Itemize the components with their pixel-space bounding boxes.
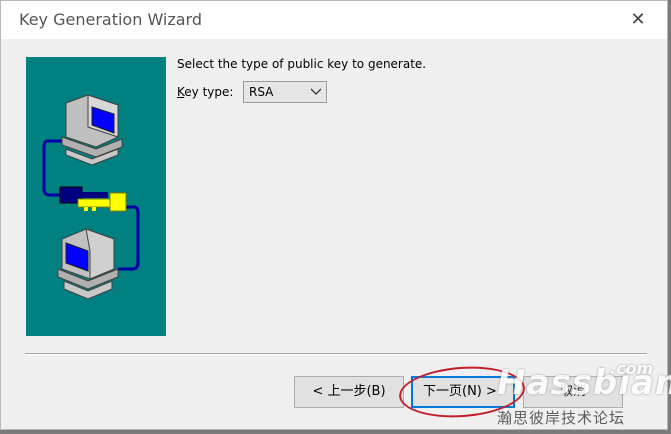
wizard-window: Key Generation Wizard ✕ Select the type … — [0, 0, 671, 430]
instruction-text: Select the type of public key to generat… — [177, 57, 427, 71]
watermark-subtitle: 瀚思彼岸技术论坛 — [497, 409, 626, 427]
key-icon — [59, 186, 127, 212]
watermark-tld: .com — [610, 359, 654, 378]
cable-bottom — [118, 205, 140, 271]
wizard-illustration — [26, 57, 166, 336]
key-type-label: Key type: — [177, 85, 233, 99]
chevron-down-icon — [310, 88, 322, 95]
separator — [25, 353, 647, 355]
back-button[interactable]: < 上一步(B) — [294, 376, 404, 408]
key-type-select[interactable]: RSA — [243, 81, 327, 103]
key-type-label-rest: ey type: — [184, 85, 234, 99]
computer-icon — [61, 94, 123, 166]
window-title: Key Generation Wizard — [19, 10, 203, 29]
key-type-value: RSA — [249, 85, 274, 99]
title-bar[interactable]: Key Generation Wizard ✕ — [1, 1, 667, 39]
computer-icon — [57, 228, 119, 300]
close-icon[interactable]: ✕ — [625, 7, 651, 33]
